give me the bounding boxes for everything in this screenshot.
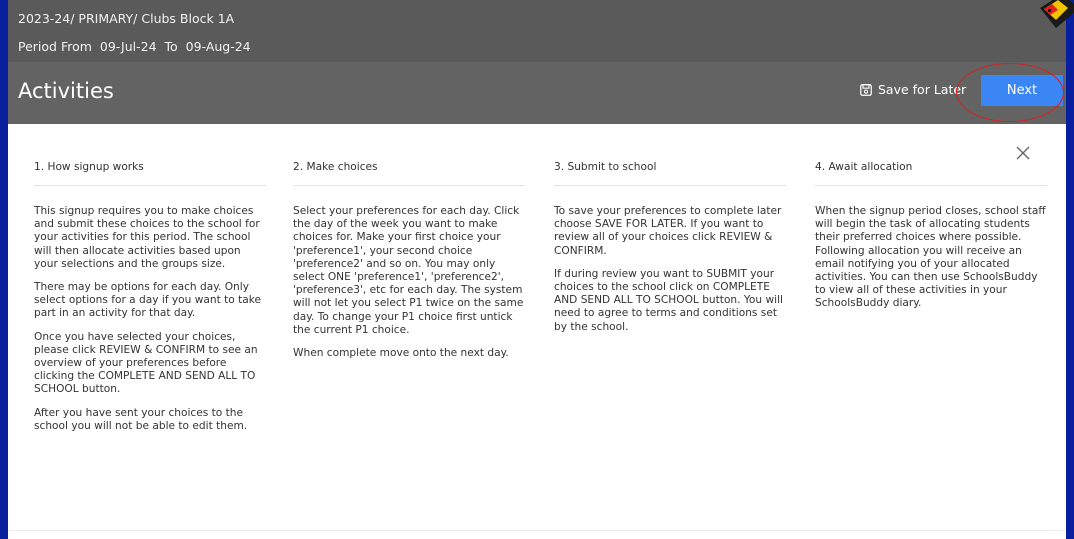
- page-title: Activities: [18, 79, 114, 103]
- step-column-2: 2. Make choices Select your preferences …: [293, 160, 525, 370]
- step-paragraph: After you have sent your choices to the …: [34, 406, 248, 432]
- bottom-divider: [8, 530, 1066, 531]
- period-to-date: 09-Aug-24: [185, 39, 251, 54]
- step-column-4: 4. Await allocation When the signup peri…: [815, 160, 1047, 321]
- period-from-date: 09-Jul-24: [99, 39, 157, 54]
- step-paragraph: There may be options for each day. Only …: [34, 281, 262, 320]
- period-range: Period From 09-Jul-24 To 09-Aug-24: [18, 39, 255, 54]
- next-button[interactable]: Next: [981, 75, 1063, 106]
- step-column-1: 1. How signup works This signup requires…: [34, 160, 266, 443]
- close-icon[interactable]: [1016, 146, 1030, 160]
- period-to-label: To: [164, 39, 178, 54]
- corner-logo: [1040, 0, 1074, 28]
- save-icon: [860, 83, 872, 96]
- step-paragraph: To save your preferences to complete lat…: [554, 205, 782, 257]
- step-paragraph: This signup requires you to make choices…: [34, 205, 260, 270]
- step-paragraph: When the signup period closes, school st…: [815, 205, 1046, 310]
- step-heading: 4. Await allocation: [815, 160, 1047, 186]
- step-paragraph: Once you have selected your choices, ple…: [34, 330, 258, 396]
- step-heading: 2. Make choices: [293, 160, 525, 186]
- step-column-3: 3. Submit to school To save your prefere…: [554, 160, 786, 344]
- step-heading: 3. Submit to school: [554, 160, 786, 186]
- save-for-later-label: Save for Later: [878, 82, 967, 97]
- signup-window: 2023-24/ PRIMARY/ Clubs Block 1A Period …: [8, 0, 1066, 539]
- page-header: 2023-24/ PRIMARY/ Clubs Block 1A Period …: [8, 0, 1066, 124]
- step-paragraph: If during review you want to SUBMIT your…: [554, 267, 783, 333]
- save-for-later-button[interactable]: Save for Later: [860, 82, 966, 97]
- period-from-label: Period From: [18, 39, 92, 54]
- step-heading: 1. How signup works: [34, 160, 266, 186]
- breadcrumb: 2023-24/ PRIMARY/ Clubs Block 1A: [18, 11, 235, 26]
- step-paragraph: Select your preferences for each day. Cl…: [293, 205, 524, 336]
- step-paragraph: When complete move onto the next day.: [293, 347, 509, 360]
